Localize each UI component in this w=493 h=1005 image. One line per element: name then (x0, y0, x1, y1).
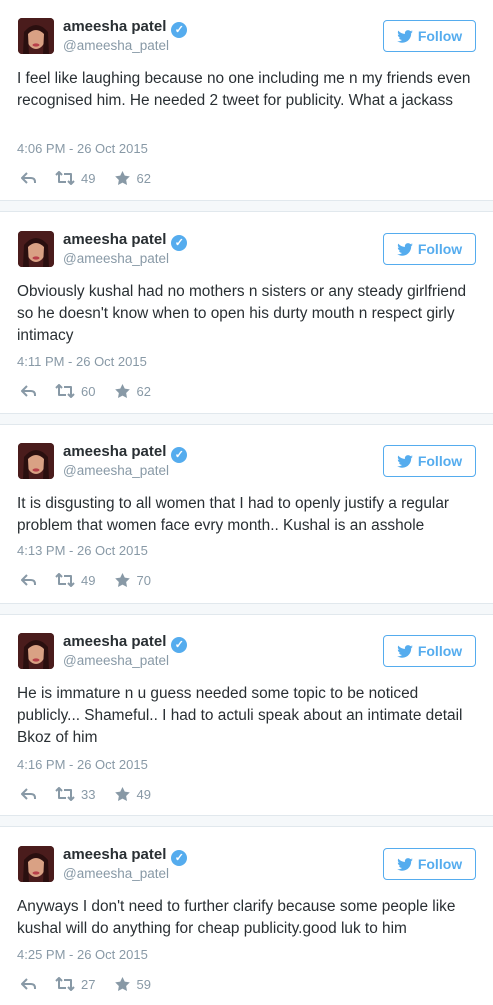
like-button[interactable]: 59 (115, 976, 151, 992)
username-handle[interactable]: @ameesha_patel (63, 463, 169, 478)
retweet-count: 49 (81, 170, 96, 186)
reply-button[interactable] (21, 574, 41, 586)
avatar[interactable] (18, 231, 54, 267)
verified-badge-icon: ✓ (171, 447, 188, 463)
tweet-actions: 49 70 (17, 570, 151, 590)
like-count: 49 (136, 786, 151, 802)
follow-button[interactable]: Follow (383, 848, 476, 880)
retweet-icon (55, 384, 75, 398)
retweet-button[interactable]: 60 (55, 384, 95, 399)
retweet-icon (55, 573, 75, 587)
avatar[interactable] (18, 846, 54, 882)
reply-icon (21, 385, 36, 397)
username-handle[interactable]: @ameesha_patel (63, 866, 169, 881)
tweet-text: Anyways I don't need to further clarify … (17, 898, 456, 937)
verified-badge-icon: ✓ (171, 22, 188, 38)
avatar[interactable] (18, 18, 54, 54)
avatar[interactable] (18, 633, 54, 669)
timestamp[interactable]: 4:11 PM - 26 Oct 2015 (17, 354, 147, 369)
timestamp[interactable]: 4:06 PM - 26 Oct 2015 (17, 141, 148, 156)
retweet-button[interactable]: 49 (55, 573, 95, 588)
tweet-text: Obviously kushal had no mothers n sister… (17, 283, 467, 344)
like-count: 62 (136, 383, 151, 399)
like-count: 59 (136, 976, 151, 992)
tweet-actions: 49 62 (17, 168, 151, 188)
tweet-card: ameesha patel ✓ @ameesha_patel Follow Obv… (0, 213, 493, 413)
reply-icon (21, 172, 36, 184)
like-star-icon (115, 171, 131, 185)
twitter-bird-icon (397, 857, 413, 871)
retweet-count: 60 (81, 383, 96, 399)
username-handle[interactable]: @ameesha_patel (63, 38, 169, 53)
twitter-bird-icon (397, 29, 413, 43)
like-star-icon (115, 977, 131, 991)
like-star-icon (115, 384, 131, 398)
follow-button[interactable]: Follow (383, 445, 476, 477)
like-button[interactable]: 49 (115, 786, 151, 802)
follow-label: Follow (417, 241, 463, 257)
retweet-button[interactable]: 33 (55, 787, 95, 802)
reply-button[interactable] (21, 978, 41, 990)
tweet-separator (0, 815, 493, 827)
follow-label: Follow (417, 453, 463, 469)
tweet-separator (0, 603, 493, 615)
follow-label: Follow (417, 28, 463, 44)
tweet-actions: 60 62 (17, 381, 151, 401)
follow-button[interactable]: Follow (383, 635, 476, 667)
tweet-actions: 27 59 (17, 974, 151, 994)
follow-button[interactable]: Follow (383, 233, 476, 265)
like-count: 70 (136, 572, 151, 588)
like-star-icon (115, 573, 131, 587)
twitter-bird-icon (397, 454, 413, 468)
retweet-count: 27 (81, 976, 96, 992)
like-button[interactable]: 70 (115, 572, 151, 588)
retweet-button[interactable]: 49 (55, 171, 95, 186)
like-star-icon (115, 787, 131, 801)
tweet-card: ameesha patel ✓ @ameesha_patel Follow I f… (0, 0, 493, 200)
display-name[interactable]: ameesha patel ✓ (63, 633, 188, 653)
timestamp[interactable]: 4:25 PM - 26 Oct 2015 (17, 947, 148, 962)
reply-icon (21, 978, 36, 990)
tweet-actions: 33 49 (17, 784, 151, 804)
retweet-icon (55, 977, 75, 991)
username-handle[interactable]: @ameesha_patel (63, 251, 169, 266)
display-name[interactable]: ameesha patel ✓ (63, 443, 188, 463)
display-name[interactable]: ameesha patel ✓ (63, 846, 188, 866)
follow-label: Follow (417, 643, 463, 659)
tweet-card: ameesha patel ✓ @ameesha_patel Follow Any… (0, 828, 493, 1005)
follow-button[interactable]: Follow (383, 20, 476, 52)
username-handle[interactable]: @ameesha_patel (63, 653, 169, 668)
like-count: 62 (136, 170, 151, 186)
reply-icon (21, 574, 36, 586)
timestamp[interactable]: 4:13 PM - 26 Oct 2015 (17, 543, 148, 558)
tweet-text: I feel like laughing because no one incl… (17, 70, 471, 109)
verified-badge-icon: ✓ (171, 850, 188, 866)
tweet-card: ameesha patel ✓ @ameesha_patel Follow He … (0, 615, 493, 815)
tweet-separator (0, 200, 493, 212)
reply-button[interactable] (21, 788, 41, 800)
avatar[interactable] (18, 443, 54, 479)
reply-icon (21, 788, 36, 800)
retweet-count: 49 (81, 572, 96, 588)
display-name[interactable]: ameesha patel ✓ (63, 231, 188, 251)
timestamp[interactable]: 4:16 PM - 26 Oct 2015 (17, 757, 148, 772)
retweet-button[interactable]: 27 (55, 977, 95, 992)
tweet-separator (0, 413, 493, 425)
retweet-icon (55, 787, 75, 801)
verified-badge-icon: ✓ (171, 637, 188, 653)
retweet-count: 33 (81, 786, 96, 802)
display-name[interactable]: ameesha patel ✓ (63, 18, 188, 38)
twitter-bird-icon (397, 644, 413, 658)
reply-button[interactable] (21, 172, 41, 184)
reply-button[interactable] (21, 385, 41, 397)
tweet-text: He is immature n u guess needed some top… (17, 685, 463, 746)
like-button[interactable]: 62 (115, 383, 151, 399)
follow-label: Follow (417, 856, 463, 872)
retweet-icon (55, 171, 75, 185)
tweet-card: ameesha patel ✓ @ameesha_patel Follow It … (0, 425, 493, 603)
like-button[interactable]: 62 (115, 170, 151, 186)
tweet-text: It is disgusting to all women that I had… (17, 495, 450, 534)
twitter-bird-icon (397, 242, 413, 256)
verified-badge-icon: ✓ (171, 235, 188, 251)
